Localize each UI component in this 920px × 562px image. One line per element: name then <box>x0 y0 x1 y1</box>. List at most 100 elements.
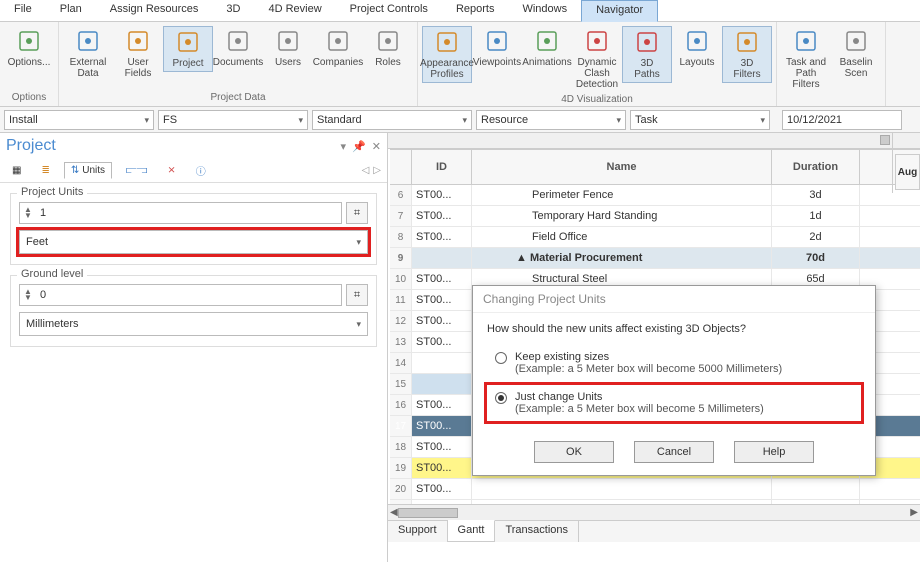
cell-id[interactable] <box>412 248 472 268</box>
baseline-scen-button[interactable]: BaselinScen <box>831 26 881 81</box>
calc-button[interactable]: ⌗ <box>346 202 368 224</box>
cell-duration[interactable]: 2d <box>772 227 860 247</box>
date-field[interactable]: 10/12/2021 <box>782 110 902 130</box>
cell-duration[interactable]: 3d <box>772 185 860 205</box>
close-icon[interactable]: ✕ <box>372 140 381 153</box>
cell-name[interactable] <box>472 500 772 504</box>
cell-duration[interactable] <box>772 479 860 499</box>
table-row[interactable]: 21ST00... <box>390 500 920 504</box>
viewpoints-button[interactable]: Viewpoints <box>472 26 522 70</box>
menu-assign-resources[interactable]: Assign Resources <box>96 0 213 21</box>
external-data-button[interactable]: ExternalData <box>63 26 113 81</box>
hscrollbar[interactable]: ◀ ▶ <box>388 504 920 520</box>
resource-select[interactable]: Resource▾ <box>476 110 626 130</box>
project-button[interactable]: Project <box>163 26 213 72</box>
menu-plan[interactable]: Plan <box>46 0 96 21</box>
menu-reports[interactable]: Reports <box>442 0 509 21</box>
user-fields-button[interactable]: UserFields <box>113 26 163 81</box>
cell-id[interactable]: ST00... <box>412 290 472 310</box>
cell-id[interactable]: ST00... <box>412 185 472 205</box>
documents-button[interactable]: Documents <box>213 26 263 70</box>
tab-units[interactable]: ⇅ Units <box>64 162 112 179</box>
table-row[interactable]: 6ST00...Perimeter Fence3d <box>390 185 920 206</box>
standard-select[interactable]: Standard▾ <box>312 110 472 130</box>
cell-duration[interactable]: 1d <box>772 206 860 226</box>
cell-id[interactable] <box>412 353 472 373</box>
animations-button[interactable]: Animations <box>522 26 572 70</box>
nav-prev[interactable]: ◁ <box>362 165 370 176</box>
users-button[interactable]: Users <box>263 26 313 70</box>
option-change-units[interactable]: Just change Units (Example: a 5 Meter bo… <box>487 385 861 421</box>
spinner-icon[interactable]: ▲▼ <box>24 289 36 301</box>
units-value-input[interactable]: ▲▼ 1 <box>19 202 342 224</box>
menu-project-controls[interactable]: Project Controls <box>336 0 442 21</box>
task-select[interactable]: Task▾ <box>630 110 770 130</box>
ground-dropdown[interactable]: Millimeters▾ <box>19 312 368 336</box>
menu-navigator[interactable]: Navigator <box>581 0 658 22</box>
cell-name[interactable]: Temporary Hard Standing <box>472 206 772 226</box>
scroll-right-icon[interactable]: ▶ <box>910 507 918 518</box>
options-button[interactable]: Options... <box>4 26 54 70</box>
spinner-icon[interactable]: ▲▼ <box>24 207 36 219</box>
menu-3d[interactable]: 3D <box>212 0 254 21</box>
companies-button[interactable]: Companies <box>313 26 363 70</box>
tab-transactions[interactable]: Transactions <box>495 521 579 542</box>
table-row[interactable]: 7ST00...Temporary Hard Standing1d <box>390 206 920 227</box>
scroll-left-icon[interactable]: ◀ <box>390 507 398 518</box>
ground-value-input[interactable]: ▲▼ 0 <box>19 284 342 306</box>
tab-stack[interactable]: ≣ <box>35 163 55 178</box>
3d-filters-button[interactable]: 3DFilters <box>722 26 772 83</box>
cell-id[interactable]: ST00... <box>412 269 472 289</box>
roles-button[interactable]: Roles <box>363 26 413 70</box>
menu-windows[interactable]: Windows <box>508 0 581 21</box>
cell-name[interactable]: ▲ Material Procurement <box>472 248 772 268</box>
tab-gantt[interactable]: Gantt <box>448 520 496 542</box>
menu-file[interactable]: File <box>0 0 46 21</box>
cell-duration[interactable] <box>772 500 860 504</box>
tab-support[interactable]: Support <box>388 521 448 542</box>
vscroll-up-icon[interactable] <box>880 135 890 145</box>
table-row[interactable]: 9▲ Material Procurement70d <box>390 248 920 269</box>
pin-icon[interactable]: 📌 <box>352 140 366 153</box>
tab-delete[interactable]: ⨯ <box>161 163 181 178</box>
cell-id[interactable]: ST00... <box>412 206 472 226</box>
cell-id[interactable]: ST00... <box>412 500 472 504</box>
table-row[interactable]: 20ST00... <box>390 479 920 500</box>
cell-id[interactable]: ST00... <box>412 416 472 436</box>
tab-grid[interactable]: ▦ <box>6 163 27 178</box>
menu-4d-review[interactable]: 4D Review <box>254 0 335 21</box>
units-dropdown[interactable]: Feet▾ <box>19 230 368 254</box>
col-name[interactable]: Name <box>472 150 772 184</box>
radio-icon[interactable] <box>495 352 507 364</box>
col-id[interactable]: ID <box>412 150 472 184</box>
radio-icon[interactable] <box>495 392 507 404</box>
install-select[interactable]: Install▾ <box>4 110 154 130</box>
cell-id[interactable]: ST00... <box>412 395 472 415</box>
right-tab-aug[interactable]: Aug <box>895 154 920 190</box>
cell-duration[interactable]: 70d <box>772 248 860 268</box>
cell-id[interactable]: ST00... <box>412 437 472 457</box>
tab-sliders[interactable]: ⫍⫎ <box>120 163 153 178</box>
nav-next[interactable]: ▷ <box>373 165 381 176</box>
col-rownum[interactable] <box>390 150 412 184</box>
calc-button[interactable]: ⌗ <box>346 284 368 306</box>
layouts-button[interactable]: Layouts <box>672 26 722 70</box>
cell-name[interactable] <box>472 479 772 499</box>
dynamic-clash-button[interactable]: Dynamic ClashDetection <box>572 26 622 92</box>
cell-id[interactable]: ST00... <box>412 227 472 247</box>
cell-id[interactable]: ST00... <box>412 311 472 331</box>
3d-paths-button[interactable]: 3DPaths <box>622 26 672 83</box>
scroll-thumb[interactable] <box>398 508 458 518</box>
cell-id[interactable]: ST00... <box>412 332 472 352</box>
tab-info[interactable]: ⓘ <box>190 161 212 180</box>
appearance-profiles-button[interactable]: AppearanceProfiles <box>422 26 472 83</box>
cell-id[interactable]: ST00... <box>412 458 472 478</box>
dropdown-icon[interactable]: ▾ <box>341 140 347 153</box>
cancel-button[interactable]: Cancel <box>634 441 714 463</box>
ok-button[interactable]: OK <box>534 441 614 463</box>
task-path-filters-button[interactable]: Task andPath Filters <box>781 26 831 92</box>
cell-id[interactable] <box>412 374 472 394</box>
help-button[interactable]: Help <box>734 441 814 463</box>
cell-name[interactable]: Perimeter Fence <box>472 185 772 205</box>
cell-id[interactable]: ST00... <box>412 479 472 499</box>
